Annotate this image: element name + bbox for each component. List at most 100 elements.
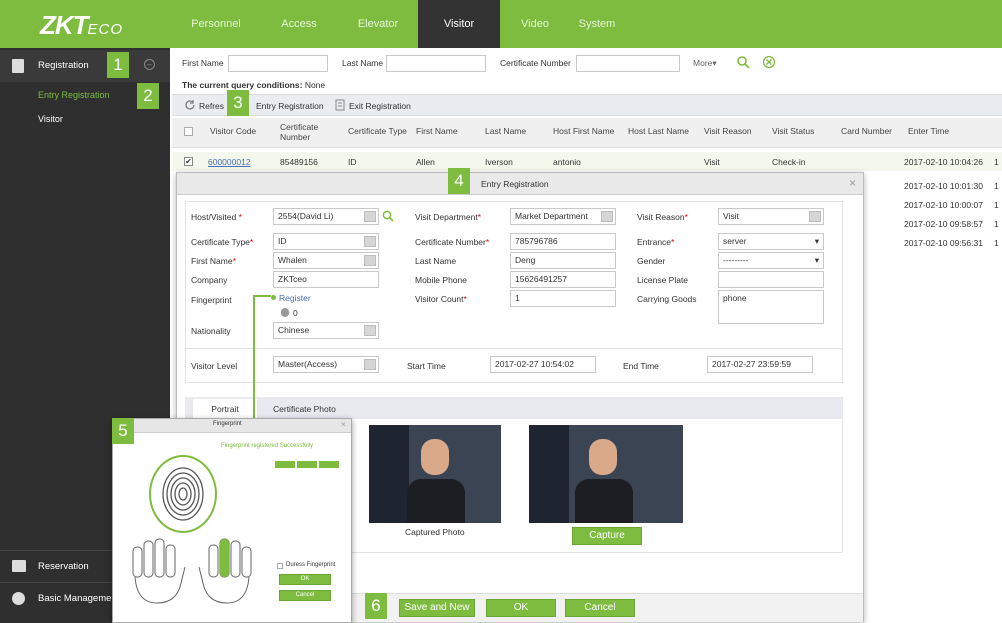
captured-photo-label: Captured Photo [405, 527, 465, 537]
first-name-input[interactable]: Whalen [273, 252, 379, 269]
mobile-phone-label: Mobile Phone [415, 275, 467, 285]
tab-elevator[interactable]: Elevator [337, 0, 419, 48]
last-name-input[interactable]: Deng [510, 252, 616, 269]
cell: 1 [994, 157, 999, 167]
select-all-checkbox[interactable] [184, 127, 193, 136]
callout-1: 1 [107, 52, 129, 78]
column-header[interactable]: Certificate Type [348, 126, 407, 136]
company-input[interactable]: ZKTceo [273, 271, 379, 288]
visitor-count-label: Visitor Count* [415, 294, 467, 304]
callout-2: 2 [137, 83, 159, 109]
column-header[interactable]: Visitor Code [210, 126, 256, 136]
refresh-icon[interactable] [184, 99, 196, 111]
fingerprint-label: Fingerprint [191, 295, 232, 305]
cancel-button[interactable]: Cancel [565, 599, 635, 617]
tab-portrait[interactable]: Portrait [193, 399, 257, 419]
certificate-number-label: Certificate Number* [415, 237, 490, 247]
host-visited-label: Host/Visited * [191, 212, 242, 222]
collapse-icon[interactable]: – [144, 59, 155, 70]
fingerprint-ok-button[interactable]: OK [279, 574, 331, 585]
end-time-input[interactable]: 2017-02-27 23:59:59 [707, 356, 813, 373]
visitor-level-select[interactable]: Master(Access) [273, 356, 379, 373]
gender-label: Gender [637, 256, 666, 266]
clear-filter-icon[interactable] [762, 55, 776, 69]
certificate-type-select[interactable]: ID [273, 233, 379, 250]
column-header[interactable]: Visit Status [772, 126, 814, 136]
carrying-goods-input[interactable]: phone [718, 290, 824, 324]
more-filters-button[interactable]: More▾ [693, 58, 717, 69]
tab-personnel[interactable]: Personnel [175, 0, 257, 48]
start-time-input[interactable]: 2017-02-27 10:54:02 [490, 356, 596, 373]
column-header[interactable]: Certificate Number [280, 122, 330, 142]
cell: Check-in [772, 157, 806, 167]
column-header[interactable]: Last Name [485, 126, 526, 136]
tab-system[interactable]: System [556, 0, 638, 48]
entrance-label: Entrance* [637, 237, 675, 247]
mobile-phone-input[interactable]: 15626491257 [510, 271, 616, 288]
column-header[interactable]: Card Number [841, 126, 892, 136]
visit-reason-select[interactable]: Visit [718, 208, 824, 225]
cell: Iverson [485, 157, 513, 167]
license-plate-label: License Plate [637, 275, 689, 285]
first-name-filter-input[interactable] [228, 55, 328, 72]
certificate-type-label: Certificate Type* [191, 237, 254, 247]
last-name-filter-input[interactable] [386, 55, 486, 72]
column-header[interactable]: Visit Reason [704, 126, 752, 136]
register-fingerprint-link[interactable]: Register [279, 293, 311, 303]
table-row[interactable]: ✔ 600000012 85489156 ID Allen Iverson an… [172, 152, 1002, 171]
fingerprint-cancel-button[interactable]: Cancel [279, 590, 331, 601]
dropdown-icon [364, 211, 376, 222]
fingerprint-dialog-header: Fingerprint × [113, 419, 351, 433]
close-icon[interactable]: × [849, 176, 856, 190]
cell: Allen [416, 157, 435, 167]
visitor-code-link[interactable]: 600000012 [208, 157, 251, 167]
save-and-new-button[interactable]: Save and New [399, 599, 475, 617]
dialog-header: Entry Registration × [177, 173, 863, 195]
cell: 1 [994, 181, 999, 191]
cell: Visit [704, 157, 720, 167]
sidebar-item-entry-registration[interactable]: Entry Registration [38, 90, 110, 100]
certificate-number-input[interactable]: 785796786 [510, 233, 616, 250]
gender-select[interactable]: --------- ▾ [718, 252, 824, 269]
registration-icon [12, 59, 24, 73]
progress-segment [297, 461, 317, 468]
cell: 1 [994, 238, 999, 248]
entry-registration-button[interactable]: Entry Registration [256, 101, 324, 111]
sidebar-item-visitor[interactable]: Visitor [38, 114, 63, 124]
refresh-button[interactable]: Refres [199, 101, 224, 111]
duress-checkbox[interactable] [277, 563, 283, 569]
exit-registration-button[interactable]: Exit Registration [349, 101, 411, 111]
capture-button[interactable]: Capture [572, 527, 642, 545]
tab-access[interactable]: Access [258, 0, 340, 48]
company-label: Company [191, 275, 228, 285]
callout-3: 3 [227, 90, 249, 116]
tab-certificate-photo[interactable]: Certificate Photo [273, 399, 336, 419]
row-checkbox[interactable]: ✔ [184, 157, 193, 166]
search-icon[interactable] [382, 210, 394, 222]
search-icon[interactable] [736, 55, 750, 69]
column-header[interactable]: First Name [416, 126, 458, 136]
visit-department-label: Visit Department* [415, 212, 481, 222]
close-icon[interactable]: × [341, 420, 346, 429]
tab-visitor[interactable]: Visitor [418, 0, 500, 48]
success-message: Fingerprint registered Successfully [221, 443, 314, 449]
connector-dot [271, 295, 276, 300]
ok-button[interactable]: OK [486, 599, 556, 617]
certificate-number-filter-input[interactable] [576, 55, 680, 72]
dialog-title: Entry Registration [481, 179, 549, 189]
license-plate-input[interactable] [718, 271, 824, 288]
sidebar-item-registration[interactable]: Registration – [0, 50, 170, 82]
certificate-number-filter-label: Certificate Number [500, 58, 571, 68]
column-header[interactable]: Host Last Name [628, 126, 689, 136]
host-visited-select[interactable]: 2554(David Li) [273, 208, 379, 225]
visitor-count-input[interactable]: 1 [510, 290, 616, 307]
column-header[interactable]: Enter Time [908, 126, 949, 136]
enter-time-cell: 2017-02-10 10:00:07 [904, 200, 983, 210]
callout-4: 4 [448, 168, 470, 194]
column-header[interactable]: Host First Name [553, 126, 614, 136]
connector-line [253, 295, 271, 297]
nationality-select[interactable]: Chinese [273, 322, 379, 339]
exit-registration-icon [335, 99, 345, 111]
entrance-select[interactable]: server ▾ [718, 233, 824, 250]
visit-department-select[interactable]: Market Department [510, 208, 616, 225]
